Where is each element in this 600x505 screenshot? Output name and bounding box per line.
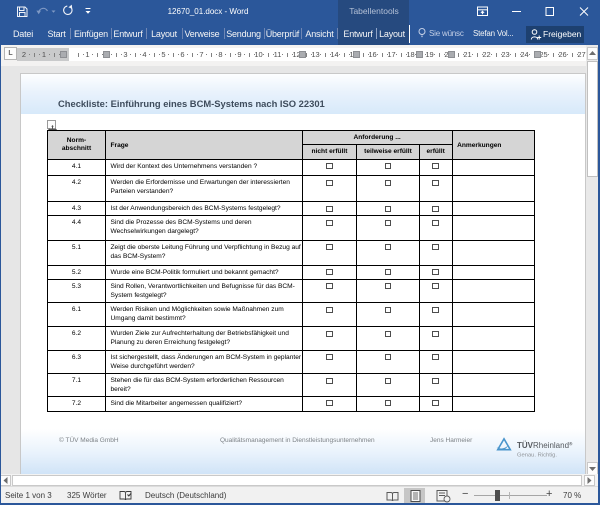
svg-text:Genau. Richtig.: Genau. Richtig. [517, 453, 557, 459]
svg-text:TÜVRheinland®: TÜVRheinland® [517, 441, 573, 451]
